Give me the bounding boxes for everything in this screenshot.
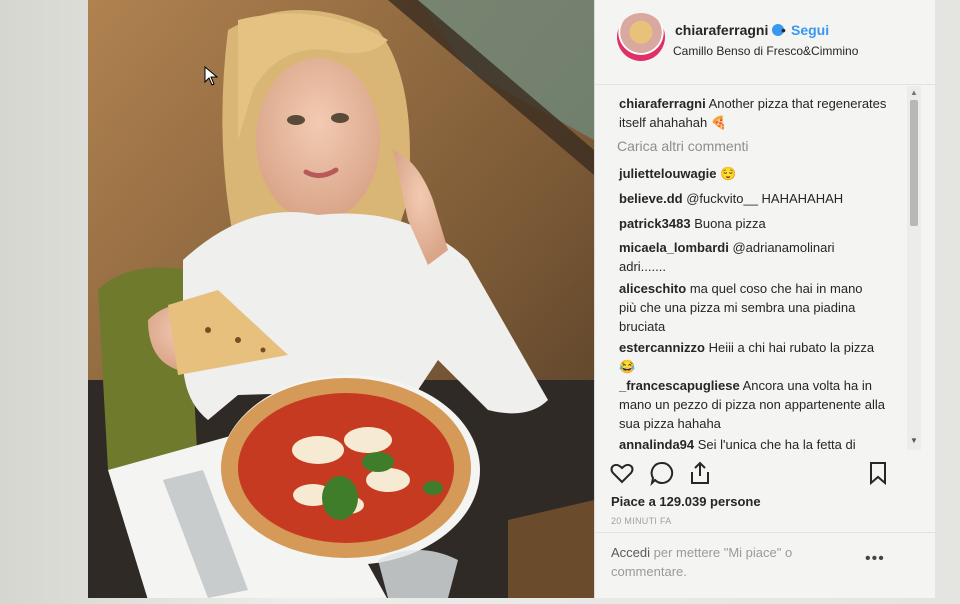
post-timestamp: 20 MINUTI FA — [611, 516, 672, 526]
bookmark-icon[interactable] — [865, 460, 891, 486]
comment-text: Buona pizza — [694, 216, 766, 231]
scroll-thumb[interactable] — [910, 100, 918, 226]
list-item: aliceschito ma quel coso che hai in mano… — [619, 279, 869, 336]
comment-user[interactable]: estercannizzo — [619, 340, 705, 355]
caption: chiaraferragni Another pizza that regene… — [619, 94, 905, 132]
separator-dot: • — [781, 22, 786, 38]
list-item: micaela_lombardi @adrianamolinari adri..… — [619, 238, 854, 276]
more-options-icon[interactable]: ••• — [865, 550, 885, 568]
comment-icon[interactable] — [649, 460, 675, 487]
list-item: juliettelouwagie 😌 — [619, 164, 905, 183]
comment-user[interactable]: aliceschito — [619, 281, 686, 296]
post-sidebar: chiaraferragni • Segui Camillo Benso di … — [594, 0, 935, 598]
share-icon[interactable] — [687, 460, 713, 486]
login-prompt: Accedi per mettere "Mi piace" o commenta… — [611, 543, 811, 581]
comment-user[interactable]: annalinda94 — [619, 437, 694, 452]
load-more-comments[interactable]: Carica altri commenti — [617, 138, 748, 154]
username-text[interactable]: chiaraferragni — [675, 22, 768, 38]
post-header: chiaraferragni • Segui Camillo Benso di … — [595, 0, 935, 85]
comment-user[interactable]: juliettelouwagie — [619, 166, 717, 181]
list-item: patrick3483 Buona pizza — [619, 214, 905, 233]
comment-user[interactable]: chiaraferragni — [619, 96, 706, 111]
divider — [595, 532, 935, 533]
comment-user[interactable]: _francescapugliese — [619, 378, 740, 393]
comment-text: @fuckvito__ HAHAHAHAH — [686, 191, 844, 206]
comments-scrollbar[interactable]: ▲ ▼ — [907, 86, 921, 450]
scroll-down-icon[interactable]: ▼ — [910, 436, 918, 445]
list-item: estercannizzo Heiii a chi hai rubato la … — [619, 338, 889, 376]
list-item: annalinda94 Sei l'unica che ha la fetta … — [619, 435, 889, 454]
comments-list[interactable]: chiaraferragni Another pizza that regene… — [595, 84, 905, 454]
follow-button[interactable]: Segui — [791, 22, 829, 38]
scroll-up-icon[interactable]: ▲ — [910, 88, 918, 97]
post-actions — [595, 454, 935, 490]
comment-user[interactable]: micaela_lombardi — [619, 240, 729, 255]
login-link[interactable]: Accedi — [611, 545, 650, 560]
comment-text: Sei l'unica che ha la fetta di — [697, 437, 856, 452]
post-username[interactable]: chiaraferragni — [675, 22, 785, 38]
list-item: believe.dd @fuckvito__ HAHAHAHAH — [619, 189, 905, 208]
post-location[interactable]: Camillo Benso di Fresco&Cimmino — [673, 44, 858, 58]
likes-count[interactable]: Piace a 129.039 persone — [611, 494, 761, 509]
post-photo[interactable] — [88, 0, 594, 598]
list-item: _francescapugliese Ancora una volta ha i… — [619, 376, 889, 433]
avatar[interactable] — [617, 13, 665, 61]
heart-icon[interactable] — [609, 460, 635, 486]
cursor-icon — [204, 65, 219, 91]
comment-text: 😌 — [720, 166, 737, 181]
comment-user[interactable]: believe.dd — [619, 191, 683, 206]
comment-user[interactable]: patrick3483 — [619, 216, 691, 231]
